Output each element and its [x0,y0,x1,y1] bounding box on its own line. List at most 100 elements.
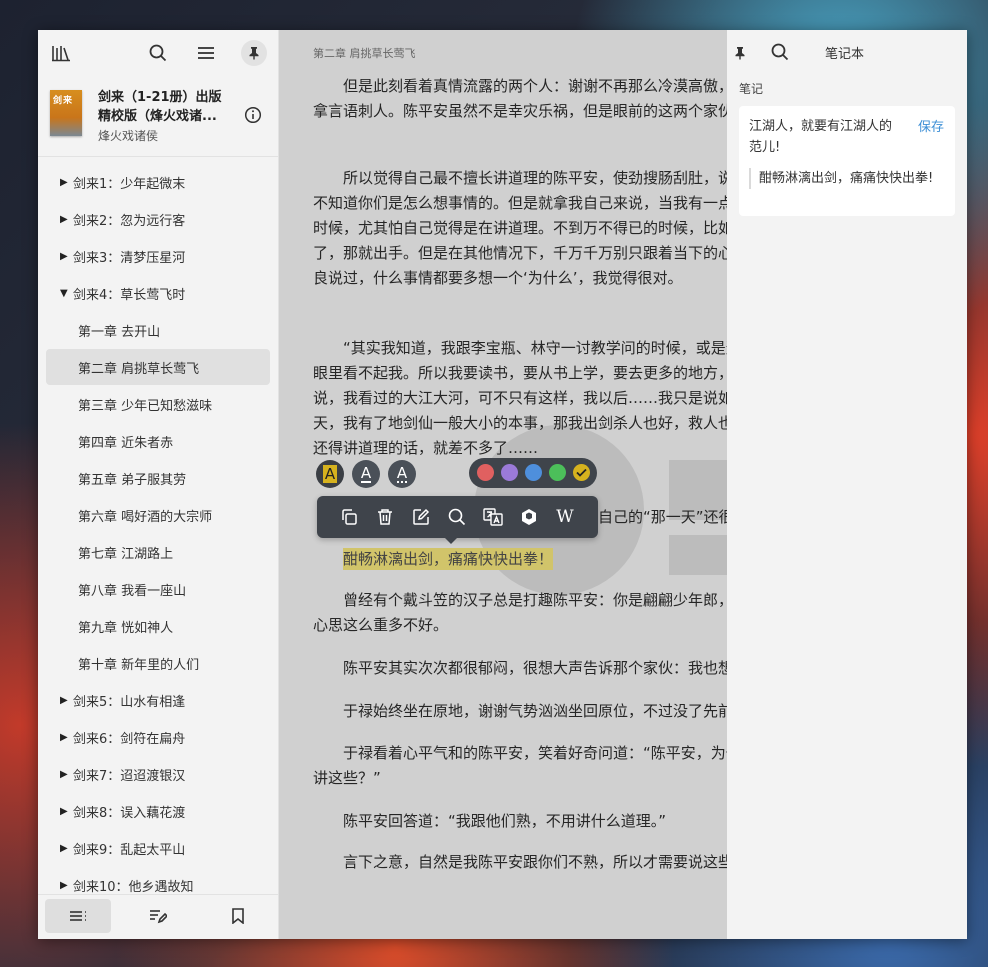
book-title: 剑来（1-21册）出版精校版（烽火戏诸... [98,90,222,124]
highlighted-text[interactable]: 酣畅淋漓出剑，痛痛快快出拳！ [343,548,554,570]
toc-chapter-item[interactable]: 第三章 少年已知愁滋味 [46,386,270,422]
toc-chapter-item[interactable]: 第六章 喝好酒的大宗师 [46,497,270,533]
notes-section-label: 笔记 [739,82,764,96]
toc-item-label: 剑来5：山水有相逢 [73,694,186,710]
wikipedia-icon[interactable]: W [553,505,577,529]
triangle-right-icon[interactable]: ▶ [60,769,73,780]
toc-item-label: 剑来1：少年起微末 [73,176,186,192]
toc-chapter-item[interactable]: 第一章 去开山 [46,312,270,348]
toc-volume-item[interactable]: ▶ 剑来8：误入藕花渡 [46,793,270,829]
color-green-swatch[interactable] [549,464,566,481]
translate-icon[interactable] [481,505,505,529]
toc-item-label: 剑来9：乱起太平山 [73,842,186,858]
search-icon[interactable] [767,39,793,65]
toc-item-label: 剑来3：清梦压星河 [73,250,186,266]
search-icon[interactable] [445,505,469,529]
color-red-swatch[interactable] [477,464,494,481]
toc-volume-item[interactable]: ▶ 剑来9：乱起太平山 [46,830,270,866]
paragraph: 但是此刻看着真情流露的两个人：谢谢不再那么冷漠高傲，于禄不再那么和和气气，会拿言… [313,77,727,120]
triangle-right-icon[interactable]: ▶ [60,732,73,743]
notebook-panel: 笔记本 笔记 江湖人，就要有江湖人的范儿! 保存 酣畅淋漓出剑，痛痛快快出拳! [727,30,967,939]
note-quote: 酣畅淋漓出剑，痛痛快快出拳! [749,168,939,189]
toc-item-label: 第二章 肩挑草长莺飞 [78,361,200,377]
triangle-right-icon[interactable]: ▶ [60,806,73,817]
toc-item-label: 第四章 近朱者赤 [78,435,174,451]
toc-item-label: 剑来8：误入藕花渡 [73,805,186,821]
triangle-down-icon[interactable]: ▼ [60,288,73,299]
copy-icon[interactable] [337,505,361,529]
paragraph: 于禄始终坐在原地，谢谢气势汹汹坐回原位，不过没了先前的气焰。 [343,702,727,720]
toc-chapter-item[interactable]: 第九章 恍如神人 [46,608,270,644]
toc-chapter-item[interactable]: 第十章 新年里的人们 [46,645,270,681]
trash-icon[interactable] [373,505,397,529]
toc-item-label: 剑来6：剑符在扁舟 [73,731,186,747]
toc-item-label: 剑来4：草长莺飞时 [73,287,186,303]
paragraph: 于禄看着心平气和的陈平安，笑着好奇问道：“陈平安，为什么李宝瓶、李槐他们从不讲这… [313,744,727,787]
search-icon[interactable] [145,40,171,66]
table-of-contents: ▶ 剑来1：少年起微末 ▶ 剑来2：忽为远行客 ▶ 剑来3：清梦压星河 ▼ 剑来4：草长莺飞时… [38,164,278,894]
toc-item-label: 剑来10：他乡遇故知 [73,879,194,895]
color-blue-swatch[interactable] [525,464,542,481]
tab-bookmarks[interactable] [205,899,271,933]
check-icon [576,468,587,477]
paragraph: 陈平安其实次次都很郁闷，很想大声告诉那个家伙：我也想啊。 [343,659,727,677]
toc-volume-item[interactable]: ▶ 剑来2：忽为远行客 [46,201,270,237]
save-button[interactable]: 保存 [918,116,944,135]
toc-chapter-item[interactable]: 第二章 肩挑草长莺飞 [46,349,270,385]
toc-chapter-item[interactable]: 第五章 弟子服其劳 [46,460,270,496]
toc-volume-item[interactable]: ▶ 剑来5：山水有相逢 [46,682,270,718]
toc-volume-item[interactable]: ▼ 剑来4：草长莺飞时 [46,275,270,311]
note-text[interactable]: 江湖人，就要有江湖人的范儿! [749,116,904,158]
style-squiggly-button[interactable]: A [388,460,416,488]
note-card[interactable]: 江湖人，就要有江湖人的范儿! 保存 酣畅淋漓出剑，痛痛快快出拳! [739,106,955,216]
edit-note-icon[interactable] [409,505,433,529]
cover-title: 剑来 [53,96,74,106]
toc-item-label: 第九章 恍如神人 [78,620,174,636]
color-yellow-swatch[interactable] [573,464,590,481]
book-cover[interactable]: 剑来 [50,90,82,136]
toc-volume-item[interactable]: ▶ 剑来7：迢迢渡银汉 [46,756,270,792]
toc-volume-item[interactable]: ▶ 剑来3：清梦压星河 [46,238,270,274]
pin-icon[interactable] [727,40,753,66]
dictionary-icon[interactable] [517,505,541,529]
tab-toc[interactable] [45,899,111,933]
toc-chapter-item[interactable]: 第七章 江湖路上 [46,534,270,570]
info-icon[interactable] [244,106,262,124]
triangle-right-icon[interactable]: ▶ [60,880,73,891]
sidebar: 剑来 剑来（1-21册）出版精校版（烽火戏诸... 烽火戏诸侯 ▶ 剑来1：少年起… [38,30,279,939]
triangle-right-icon[interactable]: ▶ [60,251,73,262]
highlight-style-bar: A A A [316,458,426,490]
sidebar-toolbar [38,30,278,76]
triangle-right-icon[interactable]: ▶ [60,214,73,225]
toc-item-label: 剑来7：迢迢渡银汉 [73,768,186,784]
toc-item-label: 第六章 喝好酒的大宗师 [78,509,213,525]
toc-chapter-item[interactable]: 第四章 近朱者赤 [46,423,270,459]
paragraph: 言下之意，自然是我陈平安跟你们不熟，所以才需要说这些。 [343,853,727,871]
sidebar-bottom-tabs [38,894,278,939]
tab-notes[interactable] [125,899,191,933]
style-underline-button[interactable]: A [352,460,380,488]
triangle-right-icon[interactable]: ▶ [60,177,73,188]
selection-action-bar: W [317,496,598,544]
reader-pane[interactable]: 第二章 肩挑草长莺飞 但是此刻看着真情流露的两个人：谢谢不再那么冷漠高傲，于禄不… [279,30,727,939]
paragraph: 陈平安回答道：“我跟他们熟，不用讲什么道理。” [343,812,667,830]
style-highlight-button[interactable]: A [316,460,344,488]
toc-volume-item[interactable]: ▶ 剑来1：少年起微末 [46,164,270,200]
toc-chapter-item[interactable]: 第八章 我看一座山 [46,571,270,607]
toc-volume-item[interactable]: ▶ 剑来10：他乡遇故知 [46,867,270,895]
library-icon[interactable] [48,40,74,66]
toc-item-label: 第十章 新年里的人们 [78,657,200,673]
triangle-right-icon[interactable]: ▶ [60,695,73,706]
highlighted-paragraph[interactable]: 酣畅淋漓出剑，痛痛快快出拳！ [313,547,727,572]
toc-item-label: 第一章 去开山 [78,324,161,340]
toc-item-label: 第七章 江湖路上 [78,546,174,562]
pin-icon[interactable] [241,40,267,66]
toc-item-label: 第八章 我看一座山 [78,583,187,599]
book-author: 烽火戏诸侯 [98,129,159,143]
toc-volume-item[interactable]: ▶ 剑来6：剑符在扁舟 [46,719,270,755]
menu-icon[interactable] [193,40,219,66]
triangle-right-icon[interactable]: ▶ [60,843,73,854]
highlight-color-bar [469,458,597,488]
color-purple-swatch[interactable] [501,464,518,481]
toc-item-label: 第五章 弟子服其劳 [78,472,187,488]
